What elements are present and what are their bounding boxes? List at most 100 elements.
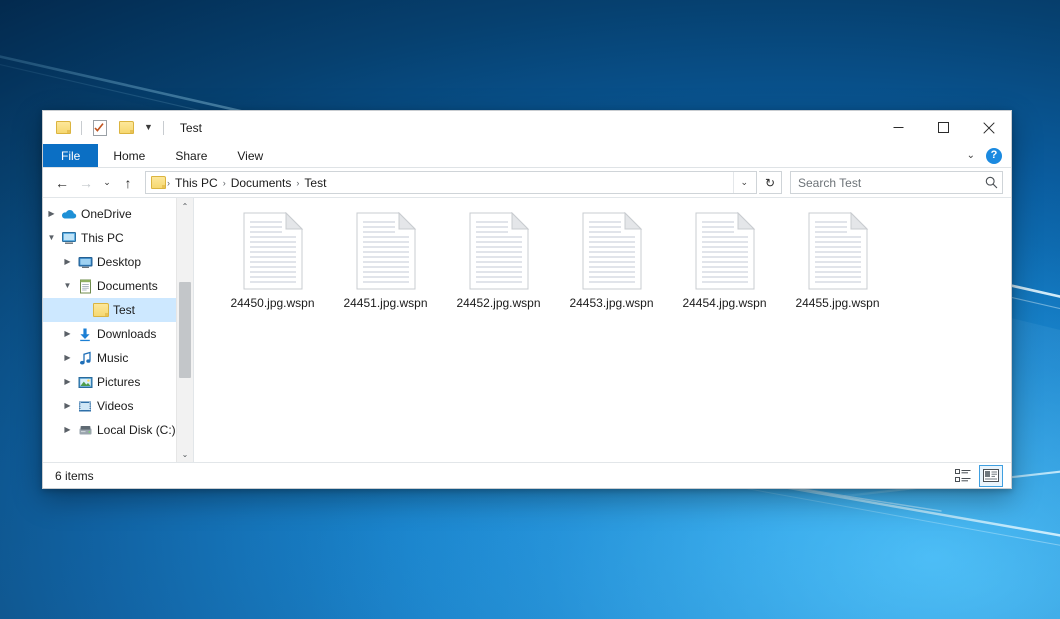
breadcrumb-test[interactable]: Test [300, 176, 330, 190]
file-name: 24450.jpg.wspn [230, 296, 314, 310]
large-icons-view-icon [983, 469, 999, 482]
breadcrumb[interactable]: › This PC › Documents › Test ⌄ [145, 171, 757, 194]
maximize-button[interactable] [921, 111, 966, 144]
scrollbar-thumb[interactable] [179, 282, 191, 378]
twisty-collapsed-icon[interactable]: ▶ [59, 354, 76, 362]
toolbar-divider-2 [163, 121, 164, 135]
generic-document-icon [694, 212, 756, 290]
generic-document-icon [242, 212, 304, 290]
large-icons-view-button[interactable] [979, 465, 1003, 487]
twisty-collapsed-icon[interactable]: ▶ [59, 402, 76, 410]
sidebar-item-downloads[interactable]: ▶ Downloads [43, 322, 193, 346]
up-button[interactable]: ↑ [117, 172, 139, 194]
navigation-pane: ▶ OneDrive ▼ [43, 198, 194, 462]
customize-chevron-icon[interactable]: ▼ [142, 123, 155, 132]
view-mode-buttons [951, 465, 1003, 487]
sidebar-item-music[interactable]: ▶ Music [43, 346, 193, 370]
sidebar-item-videos[interactable]: ▶ [43, 394, 193, 418]
forward-button[interactable]: → [75, 172, 97, 194]
recent-locations-chevron-icon[interactable]: ⌄ [99, 172, 115, 194]
list-item[interactable]: 24451.jpg.wspn [329, 210, 442, 310]
desktop: ▼ Test File Home Share Vie [0, 0, 1060, 619]
generic-document-icon [355, 212, 417, 290]
breadcrumb-this-pc[interactable]: This PC [171, 176, 222, 190]
details-view-button[interactable] [951, 465, 975, 487]
sidebar-item-local-disk[interactable]: ▶ Local Disk (C:) [43, 418, 193, 442]
twisty-collapsed-icon[interactable]: ▶ [59, 330, 76, 338]
twisty-collapsed-icon[interactable]: ▶ [59, 378, 76, 386]
address-dropdown-chevron-icon[interactable]: ⌄ [733, 172, 754, 193]
refresh-button[interactable]: ↻ [759, 171, 782, 194]
twisty-none-icon: ▶ [75, 306, 92, 314]
sidebar-scrollbar[interactable]: ⌃ ⌄ [176, 198, 193, 462]
minimize-button[interactable] [876, 111, 921, 144]
sidebar-label-videos: Videos [94, 399, 133, 413]
videos-icon [76, 400, 94, 413]
item-count: 6 items [55, 469, 94, 483]
sidebar-item-desktop[interactable]: ▶ Desktop [43, 250, 193, 274]
new-folder-icon[interactable] [116, 118, 136, 138]
window-controls [876, 111, 1011, 144]
sidebar-label-music: Music [94, 351, 128, 365]
ribbon-tab-strip: File Home Share View ⌄ ? [43, 144, 1011, 168]
sidebar-label-test: Test [110, 303, 135, 317]
file-list-pane[interactable]: 24450.jpg.wspn [194, 198, 1011, 462]
scrollbar-track[interactable] [177, 214, 193, 446]
file-name: 24452.jpg.wspn [456, 296, 540, 310]
list-item[interactable]: 24453.jpg.wspn [555, 210, 668, 310]
this-pc-icon [60, 231, 78, 245]
music-icon [76, 351, 94, 366]
twisty-expanded-icon[interactable]: ▼ [43, 234, 60, 242]
file-name: 24455.jpg.wspn [795, 296, 879, 310]
list-item[interactable]: 24452.jpg.wspn [442, 210, 555, 310]
folder-tree: ▶ OneDrive ▼ [43, 198, 193, 442]
search-box[interactable]: Search Test [790, 171, 1003, 194]
onedrive-cloud-icon [60, 208, 78, 220]
sidebar-item-pictures[interactable]: ▶ Pictures [43, 370, 193, 394]
title-bar: ▼ Test [43, 111, 1011, 144]
expand-ribbon-chevron-icon[interactable]: ⌄ [964, 150, 978, 161]
tab-file[interactable]: File [43, 144, 98, 167]
twisty-collapsed-icon[interactable]: ▶ [59, 258, 76, 266]
window-title: Test [180, 121, 202, 135]
address-bar: ← → ⌄ ↑ › This PC › Documents › Test ⌄ ↻… [43, 168, 1011, 197]
file-grid: 24450.jpg.wspn [216, 210, 1011, 310]
sidebar-label-local-disk: Local Disk (C:) [94, 423, 176, 437]
twisty-expanded-icon[interactable]: ▼ [59, 282, 76, 290]
tab-share[interactable]: Share [160, 144, 222, 167]
local-disk-icon [76, 424, 94, 437]
close-button[interactable] [966, 111, 1011, 144]
folder-icon[interactable] [53, 118, 73, 138]
file-name: 24454.jpg.wspn [682, 296, 766, 310]
search-icon [985, 176, 998, 189]
list-item[interactable]: 24450.jpg.wspn [216, 210, 329, 310]
scroll-up-arrow-icon[interactable]: ⌃ [177, 198, 193, 214]
list-item[interactable]: 24455.jpg.wspn [781, 210, 894, 310]
toolbar-divider [81, 121, 82, 135]
tab-view[interactable]: View [222, 144, 278, 167]
help-icon[interactable]: ? [986, 148, 1002, 164]
sidebar-label-pictures: Pictures [94, 375, 140, 389]
sidebar-item-documents[interactable]: ▼ Documents [43, 274, 193, 298]
file-name: 24451.jpg.wspn [343, 296, 427, 310]
tab-home[interactable]: Home [98, 144, 160, 167]
twisty-collapsed-icon[interactable]: ▶ [43, 210, 60, 218]
list-item[interactable]: 24454.jpg.wspn [668, 210, 781, 310]
breadcrumb-documents[interactable]: Documents [227, 176, 296, 190]
details-view-icon [955, 469, 971, 483]
scroll-down-arrow-icon[interactable]: ⌄ [177, 446, 193, 462]
sidebar-label-downloads: Downloads [94, 327, 156, 341]
documents-icon [76, 279, 94, 294]
generic-document-icon [468, 212, 530, 290]
sidebar-item-test[interactable]: ▶ Test [43, 298, 193, 322]
properties-icon[interactable] [90, 118, 110, 138]
desktop-icon [76, 256, 94, 269]
sidebar-item-this-pc[interactable]: ▼ This PC [43, 226, 193, 250]
sidebar-item-onedrive[interactable]: ▶ OneDrive [43, 202, 193, 226]
file-explorer-window: ▼ Test File Home Share Vie [42, 110, 1012, 489]
pictures-icon [76, 376, 94, 389]
sidebar-label-documents: Documents [94, 279, 158, 293]
twisty-collapsed-icon[interactable]: ▶ [59, 426, 76, 434]
back-button[interactable]: ← [51, 172, 73, 194]
search-input[interactable]: Search Test [798, 176, 985, 190]
